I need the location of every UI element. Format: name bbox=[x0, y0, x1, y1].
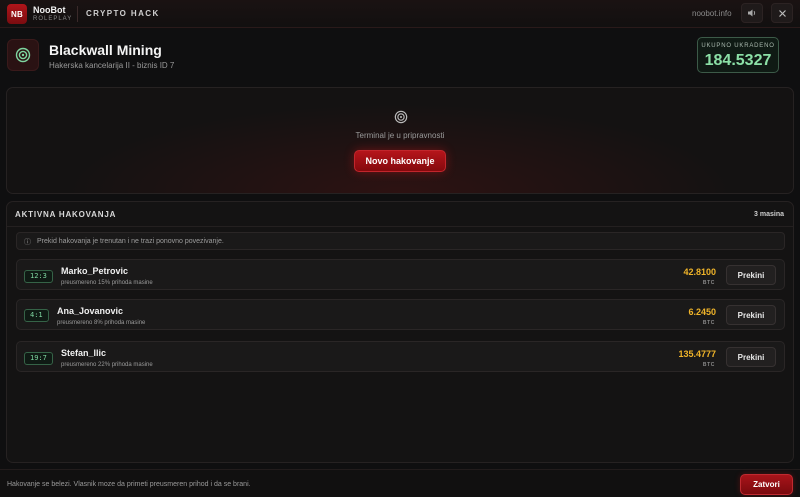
info-icon: ⓘ bbox=[24, 239, 31, 246]
total-stolen-panel: UKUPNO UKRADENO 184.5327 bbox=[697, 37, 779, 73]
terminal-panel: Terminal je u pripravnosti Novo hakovanj… bbox=[6, 87, 794, 194]
close-button[interactable]: Zatvori bbox=[740, 474, 793, 495]
player-name: Ana_Jovanovic bbox=[57, 306, 124, 316]
machine-tag: 19:7 bbox=[24, 352, 53, 365]
footer-warning: Hakovanje se belezi. Vlasnik moze da pri… bbox=[7, 481, 251, 488]
business-icon-tile bbox=[7, 39, 39, 71]
btc-unit: BTC bbox=[702, 320, 715, 326]
section-divider bbox=[7, 226, 793, 227]
new-hack-button[interactable]: Novo hakovanje bbox=[354, 150, 446, 172]
redirect-percent: preusmereno 8% prihoda masine bbox=[57, 320, 146, 326]
hack-row: 12:3 Marko_Petrovic preusmereno 15% prih… bbox=[16, 259, 785, 290]
active-hacks-title: AKTIVNA HAKOVANJA bbox=[15, 210, 117, 219]
stop-hack-button[interactable]: Prekini bbox=[726, 347, 776, 367]
target-icon bbox=[15, 47, 31, 63]
site-url: noobot.info bbox=[692, 9, 732, 18]
btc-unit: BTC bbox=[702, 280, 715, 286]
btc-amount: 6.2450 bbox=[688, 307, 716, 317]
footer-bar: Hakovanje se belezi. Vlasnik moze da pri… bbox=[0, 469, 800, 497]
player-name: Stefan_Ilic bbox=[61, 348, 107, 358]
info-notice: ⓘ Prekid hakovanja je trenutan i ne traz… bbox=[16, 232, 785, 250]
business-subtitle: Hakerska kancelarija II - biznis ID 7 bbox=[49, 61, 175, 70]
brand-logo: NB bbox=[7, 4, 27, 24]
window-close-button[interactable] bbox=[771, 3, 793, 23]
machine-tag: 12:3 bbox=[24, 270, 53, 283]
top-bar: NB NooBot ROLEPLAY CRYPTO HACK noobot.in… bbox=[0, 0, 800, 28]
redirect-percent: preusmereno 22% prihoda masine bbox=[61, 362, 153, 368]
brand-divider bbox=[77, 6, 78, 22]
brand-name: NooBot bbox=[33, 5, 66, 15]
btc-amount: 135.4777 bbox=[678, 349, 716, 359]
speaker-icon bbox=[748, 9, 756, 17]
active-hacks-count: 3 masina bbox=[754, 211, 784, 218]
sound-toggle-button[interactable] bbox=[741, 3, 763, 23]
info-text: Prekid hakovanja je trenutan i ne trazi … bbox=[37, 238, 224, 245]
active-hacks-panel: AKTIVNA HAKOVANJA 3 masina ⓘ Prekid hako… bbox=[6, 201, 794, 463]
hack-row: 4:1 Ana_Jovanovic preusmereno 8% prihoda… bbox=[16, 299, 785, 330]
redirect-percent: preusmereno 15% prihoda masine bbox=[61, 280, 153, 286]
hack-row: 19:7 Stefan_Ilic preusmereno 22% prihoda… bbox=[16, 341, 785, 372]
business-name: Blackwall Mining bbox=[49, 42, 162, 58]
app-title: CRYPTO HACK bbox=[86, 9, 160, 18]
total-stolen-value: 184.5327 bbox=[704, 52, 772, 69]
terminal-status: Terminal je u pripravnosti bbox=[355, 131, 445, 140]
close-icon bbox=[778, 9, 786, 17]
stop-hack-button[interactable]: Prekini bbox=[726, 265, 776, 285]
btc-amount: 42.8100 bbox=[683, 267, 716, 277]
btc-unit: BTC bbox=[702, 362, 715, 368]
stop-hack-button[interactable]: Prekini bbox=[726, 305, 776, 325]
total-stolen-label: UKUPNO UKRADENO bbox=[701, 43, 775, 49]
machine-tag: 4:1 bbox=[24, 309, 49, 322]
brand-subtitle: ROLEPLAY bbox=[33, 16, 73, 22]
target-icon bbox=[394, 110, 408, 124]
player-name: Marko_Petrovic bbox=[61, 266, 129, 276]
